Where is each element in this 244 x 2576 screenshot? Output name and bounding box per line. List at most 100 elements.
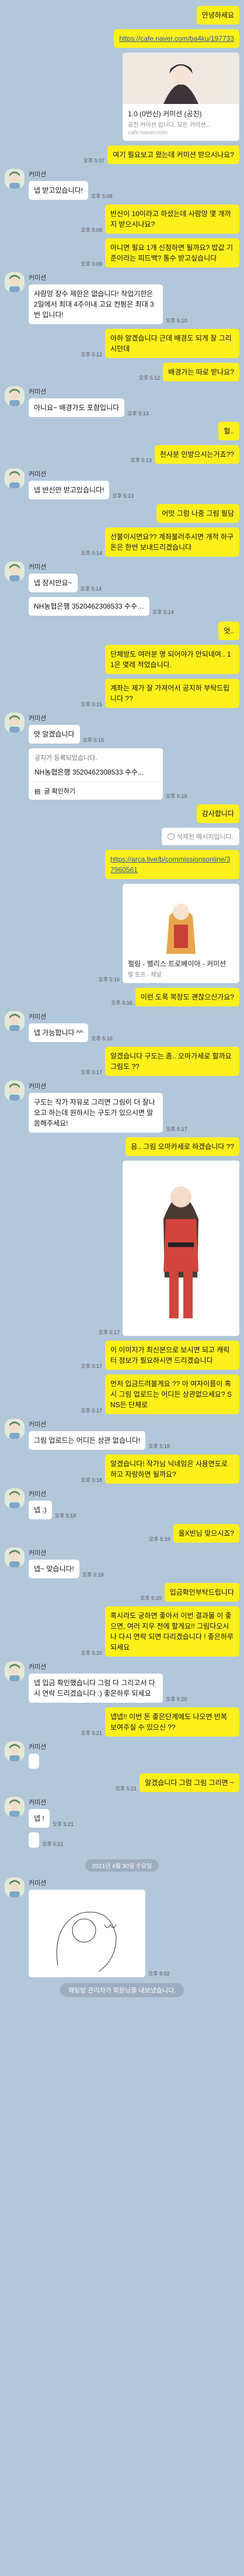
message-text: 음.. 그림 오마카세로 하겠습니다 ?? [131,1143,234,1151]
message-row: 커미션 넵 ! 오후 5:21 [0,1797,244,1828]
message-column: 커미션넵~ 맞습니다! 오후 5:19 [29,1547,103,1578]
message-text: 넵~ 맞습니다! [34,1565,74,1573]
message-bubble: 어맛 그럼 나중 그림 필담 [156,504,239,523]
message-time: 오후 5:20 [140,1595,162,1601]
message-line: 아니요~ 배경가도 포함입니다 오후 5:13 [29,398,149,417]
message-column: 커미션 [29,1741,46,1769]
message-line: 넵 가능합니다 ^^ 오후 5:16 [29,1023,113,1042]
message-time: 오후 5:09 [81,261,102,267]
message-text: 알겠습니다! 작가님 닉네임은 사용연도로 하고 자랑하면 될까요? [110,1460,228,1478]
avatar[interactable] [5,169,25,189]
message-bubble [29,1832,39,1848]
link-preview-card[interactable]: 펄링 - 밸리스 트로베이아 - 커미션 펄 토프 · 채널 [123,884,239,983]
avatar[interactable] [5,1661,25,1681]
message-time: 오후 5:21 [42,1841,64,1847]
message-text: 이런 도록 복장도 괜찮으신가요? [140,993,234,1001]
message-row: 오후 5:08 반신이 10이라고 하셨는데 사람망 몇 개까지 받으시나요? [0,204,244,234]
message-time: 오후 5:16 [166,793,187,799]
deleted-message-text: 삭제된 메시지입니다. [176,834,233,841]
message-text: 이 이미지가 최신본으로 보시면 되고 캐릭터 정보가 필요하시면 드리겠습니다 [110,1346,230,1365]
message-text: 앗 알겠습니다 [34,730,75,738]
message-row: 오후 5:14 선불이시면요?? 계좌불러주시면 개적 하구 돈은 한번 보내드리… [0,527,244,557]
message-bubble[interactable]: https://arca.live/b/commissionsonline/37… [105,850,239,879]
avatar[interactable] [5,1011,25,1031]
avatar[interactable] [5,1547,25,1567]
message-time: 오후 5:18 [148,1443,170,1449]
message-bubble: 구도는 작가 자유로 그리면 그림이 더 잘나오고 하는데 원하시는 구도가 있… [29,1093,163,1133]
sender-name: 커미션 [29,1013,47,1020]
sender-name: 커미션 [29,1491,47,1498]
avatar[interactable] [5,713,25,732]
message-time: 오후 5:18 [81,1477,102,1483]
message-link[interactable]: https://cafe.naver.com/ba4ku/197733 [119,34,234,43]
message-bubble: 알겠습니다 그럼 그림 그리면 ~ [140,1773,239,1792]
message-bubble: 사람망 장수 제한은 없습니다! 작업기한은 2일에서 최대 4주이내 고요 컨… [29,284,163,324]
message-row: 오후 5:13 천사분 인방으시는거죠?? [0,445,244,464]
message-time: 오후 5:14 [152,609,174,615]
message-bubble: 그림 업로드는 어디든 상관 없습니다! [29,1431,146,1450]
message-bubble: 아하 알겠습니다 근데 배경도 되게 잘 그리시던데 [105,329,239,358]
message-bubble: 선불이시면요?? 계좌불러주시면 개적 하구 돈은 한번 보내드리겠습니다 [105,527,239,557]
avatar[interactable] [5,272,25,292]
message-text: 알겠습니다 그럼 그림 그리면 ~ [145,1779,234,1787]
message-time: 오후 5:18 [54,1513,76,1519]
message-bubble: 넵넵!! 이번 돈 좋은단계에도 나오면 반복 보여주실 수 있으신 ?? [105,1707,239,1737]
message-row: ! 삭제된 메시지입니다. [0,828,244,845]
avatar[interactable] [5,1797,25,1817]
sender-name: 커미션 [29,388,47,395]
avatar[interactable] [5,1081,25,1100]
message-row: NH농협은행 3520462308533 수수… 오후 5:14 [0,597,244,617]
avatar[interactable] [5,1741,25,1761]
message-bubble: 아니요~ 배경가도 포함입니다 [29,398,125,417]
avatar[interactable] [5,1877,25,1897]
message-bubble[interactable]: https://cafe.naver.com/ba4ku/197733 [114,29,239,48]
sender-name: 커미션 [29,1083,47,1090]
notice-link[interactable]: 글 확인하기 [44,786,75,796]
message-column: 커미션 넵 입금 확인했습니다 그럼 다 그리고서 다시 연락 드리겠습니다 :)… [29,1661,187,1703]
sender-name: 커미션 [29,1880,47,1887]
message-row: 감사합니다 [0,804,244,823]
message-row: 오후 5:17 알겠습니다 구도는 좀.. 오마가세로 할까요 그림도 ?? [0,1047,244,1076]
message-row: 오후 5:21 [0,1832,244,1852]
avatar[interactable] [5,386,25,406]
link-preview-card[interactable]: 1.0 (0번신) 커미션 (공진) 공진 커미션 입니다. 모든 커미션... c… [123,53,239,141]
message-time: 오후 5:08 [81,227,102,233]
preview-description: 펄 토프 · 채널 [128,972,162,978]
message-row: 커미션아니요~ 배경가도 포함입니다 오후 5:13 [0,386,244,417]
message-line: 넵 :) 오후 5:18 [29,1501,76,1519]
avatar[interactable] [5,561,25,581]
message-row: 커미션 그림 업로드는 어디든 상관 없습니다! 오후 5:18 [0,1419,244,1450]
message-time: 오후 5:17 [81,1363,102,1369]
message-row: 오후 5:17 [0,1161,244,1336]
message-bubble: 엇.. [218,622,239,640]
message-time: 오후 5:21 [81,1730,102,1736]
date-divider: 2021년 4월 30일 수요일 [0,1859,244,1872]
message-column: 커미션 넵 받고있습니다! 오후 5:08 [29,169,113,200]
message-row: 커미션 넵 받고있습니다! 오후 5:08 [0,169,244,200]
message-row: 헐.. [0,422,244,440]
avatar[interactable] [5,1419,25,1439]
message-row: 커미션 넵 입금 확인했습니다 그럼 다 그리고서 다시 연락 드리겠습니다 :)… [0,1661,244,1703]
image-message[interactable] [123,1161,239,1336]
message-link[interactable]: https://arca.live/b/commissionsonline/37… [110,855,230,874]
message-bubble: 헐.. [218,422,239,440]
message-time: 오후 5:16 [91,1036,113,1041]
avatar[interactable] [5,468,25,488]
message-bubble: 알겠습니다 구도는 좀.. 오마가세로 할까요 그림도 ?? [105,1047,239,1076]
message-row: 어맛 그럼 나중 그림 필담 [0,504,244,523]
sender-name: 커미션 [29,1550,47,1557]
message-column: 커미션 그림 업로드는 어디든 상관 없습니다! 오후 5:18 [29,1419,170,1450]
notice-footer[interactable]: ▤ 글 확인하기 [29,782,163,800]
message-time: 오후 5:19 [82,1572,104,1578]
message-row: 엇.. [0,622,244,640]
message-bubble: NH농협은행 3520462308533 수수… [29,597,150,616]
message-row: 음.. 그림 오마카세로 하겠습니다 ?? [0,1137,244,1156]
preview-url: cafe.naver.com [128,130,168,136]
message-time: 오후 5:15 [81,702,102,707]
avatar[interactable] [5,1488,25,1508]
image-message[interactable] [29,1890,145,1977]
system-notice-text: 채팅방 관리자가 회원님을 내보냈습니다. [60,1983,184,1997]
message-time: 오후 5:13 [130,457,152,463]
sender-name: 커미션 [29,471,47,478]
notice-card[interactable]: 공지가 등록되었습니다. NH농협은행 3520462308533 수수... ▤ 글… [29,748,163,800]
